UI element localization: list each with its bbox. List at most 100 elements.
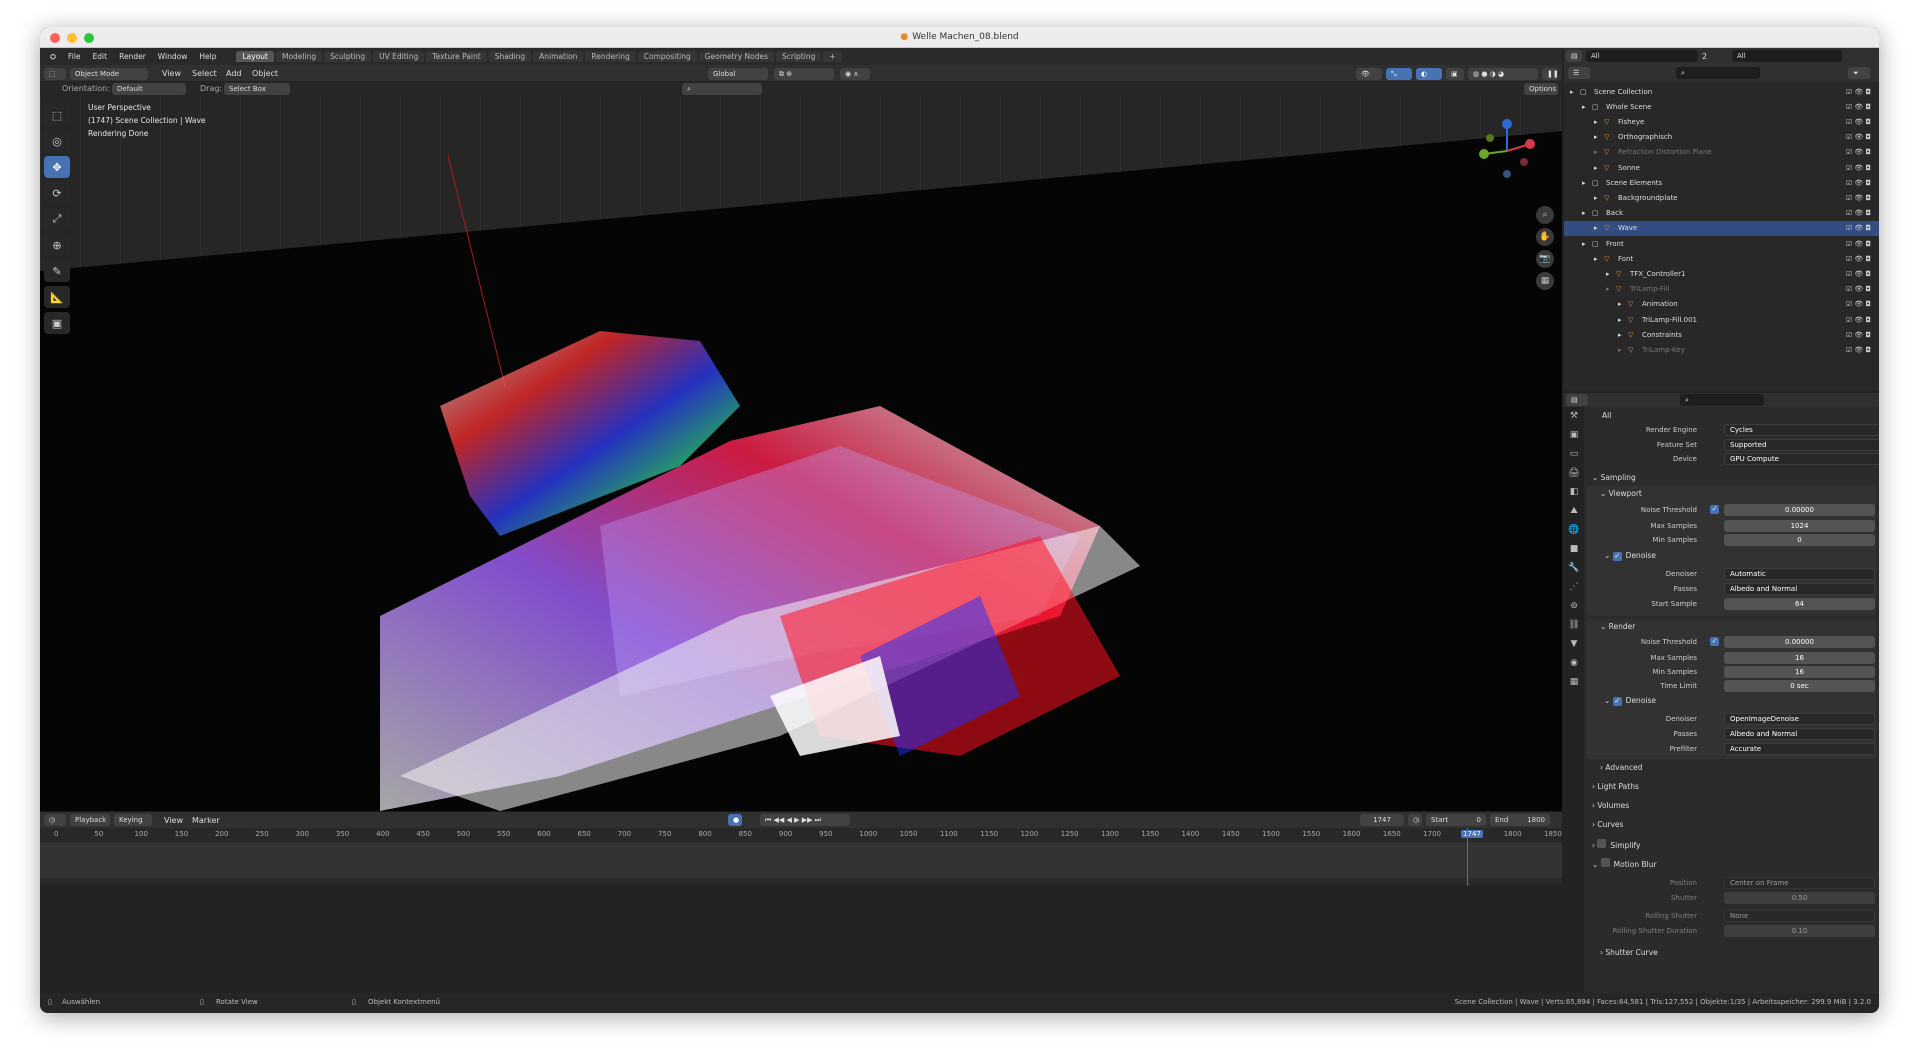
visibility-toggles-icon[interactable]: ☑ 👁 ◘ [1846,164,1871,172]
cursor-icon[interactable]: ◎ [44,130,70,152]
options-dropdown[interactable]: Options [1524,83,1558,95]
r-passes-dropdown[interactable]: Albedo and Normal [1724,727,1875,740]
visibility-toggles-icon[interactable]: ☑ 👁 ◘ [1846,346,1871,354]
pause-render-icon[interactable]: ❚❚ [1542,68,1559,80]
tab-rendering[interactable]: Rendering [585,51,636,62]
vp-denoiser-dropdown[interactable]: Automatic [1724,567,1875,580]
outliner-row[interactable]: ▸ ▽ Refraction Distortion Plane ☑ 👁 ◘ [1564,145,1879,160]
rolling-duration-field[interactable]: 0.10 [1724,924,1875,937]
expand-arrow-icon[interactable]: ▸ [1606,285,1616,293]
timeline-marker-menu[interactable]: Marker [192,816,220,825]
preview-range-icon[interactable]: ◷ [1408,814,1422,826]
r-max-samples-field[interactable]: 16 [1724,651,1875,664]
expand-arrow-icon[interactable]: ▸ [1582,179,1592,187]
playhead[interactable] [1467,828,1469,886]
playback-dropdown[interactable]: Playback [70,814,110,826]
outliner-row[interactable]: ▸ ▽ Wave ☑ 👁 ◘ [1564,220,1879,236]
scale-icon[interactable]: ⤢ [44,208,70,230]
add-cube-icon[interactable]: ▣ [44,312,70,334]
keyframe-track[interactable] [40,842,1562,878]
r-time-limit-field[interactable]: 0 sec [1724,679,1875,692]
menu-window[interactable]: Window [152,52,194,61]
feature-set-dropdown[interactable]: Supported [1724,438,1879,451]
r-min-samples-field[interactable]: 16 [1724,665,1875,678]
playback-controls[interactable]: ⏮ ◀◀ ◀ ▶ ▶▶ ⏭ [760,814,850,826]
shading-modes[interactable]: ◍ ● ◑ ◕ [1468,68,1538,80]
rotate-icon[interactable]: ⟳ [44,182,70,204]
outliner-row[interactable]: ▸ ▢ Whole Scene ☑ 👁 ◘ [1564,99,1879,114]
tab-scripting[interactable]: Scripting [776,51,822,62]
blender-logo-icon[interactable]: ⛭ [44,52,62,62]
outliner-row[interactable]: ▸ ▽ Constraints ☑ 👁 ◘ [1564,327,1879,342]
r-noise-threshold-checkbox[interactable]: ✓ [1710,637,1719,646]
expand-arrow-icon[interactable]: ▸ [1594,133,1604,141]
editor-type-icon[interactable]: ⬚ [44,68,66,80]
visibility-toggles-icon[interactable]: ☑ 👁 ◘ [1846,285,1871,293]
expand-arrow-icon[interactable]: ▸ [1618,300,1628,308]
outliner-row[interactable]: ▸ ▽ Sonne ☑ 👁 ◘ [1564,160,1879,175]
expand-arrow-icon[interactable]: ▸ [1594,224,1604,232]
vp-denoise-checkbox[interactable]: ✓ [1612,552,1622,561]
scene-icon[interactable]: ▤ [1566,50,1582,62]
expand-arrow-icon[interactable]: ▸ [1594,118,1604,126]
outliner-row[interactable]: ▸ ▽ Fisheye ☑ 👁 ◘ [1564,114,1879,129]
frame-ruler[interactable]: 0 50 100 150 200 250 300 350 400 450 500 550 600 650 7… [40,828,1562,842]
gizmo-toggle-icon[interactable]: ⤡ [1386,68,1412,80]
expand-arrow-icon[interactable]: ▸ [1594,194,1604,202]
tab-shading[interactable]: Shading [488,51,532,62]
visibility-toggles-icon[interactable]: ☑ 👁 ◘ [1846,300,1871,308]
filter-icon[interactable]: ⏷ [1848,67,1870,79]
tab-layout[interactable]: Layout [236,51,274,62]
visibility-toggles-icon[interactable]: ☑ 👁 ◘ [1846,270,1871,278]
r-denoise-subpanel[interactable]: ⌄ ✓ Denoise [1604,696,1656,706]
menu-help[interactable]: Help [193,52,222,61]
light-paths-panel[interactable]: › Light Paths [1592,782,1639,791]
visibility-toggles-icon[interactable]: ☑ 👁 ◘ [1846,194,1871,202]
outliner-row[interactable]: ▸ ▽ TriLamp-Key ☑ 👁 ◘ [1564,342,1879,357]
tab-texture-paint[interactable]: Texture Paint [426,51,487,62]
expand-arrow-icon[interactable]: ▸ [1582,103,1592,111]
expand-arrow-icon[interactable]: ▸ [1582,209,1592,217]
expand-arrow-icon[interactable]: ▸ [1594,164,1604,172]
pan-icon[interactable]: ✋ [1536,228,1554,246]
expand-arrow-icon[interactable]: ▸ [1618,331,1628,339]
transform-icon[interactable]: ⊕ [44,234,70,256]
menu-edit[interactable]: Edit [87,52,114,61]
position-dropdown[interactable]: Center on Frame [1724,876,1875,889]
move-icon[interactable]: ✥ [44,156,70,178]
tab-geometry-nodes[interactable]: Geometry Nodes [698,51,774,62]
menu-view[interactable]: View [162,69,181,78]
render-engine-dropdown[interactable]: Cycles [1724,423,1879,436]
r-denoise-checkbox[interactable]: ✓ [1612,697,1622,706]
expand-arrow-icon[interactable]: ▸ [1570,88,1580,96]
end-frame-field[interactable]: End 1800 [1490,814,1550,826]
timeline-view-menu[interactable]: View [164,816,183,825]
visibility-toggles-icon[interactable]: ☑ 👁 ◘ [1846,316,1871,324]
r-denoiser-dropdown[interactable]: OpenImageDenoise [1724,712,1875,725]
menu-select[interactable]: Select [192,69,217,78]
motion-blur-panel[interactable]: ⌄ Motion Blur [1592,858,1657,869]
viewport-subpanel-header[interactable]: ⌄ Viewport [1600,489,1642,498]
snapping-icon[interactable]: ⧉ ⊕ [774,68,834,80]
outliner-editor-icon[interactable]: ☰ [1568,67,1590,79]
overlay-toggle-icon[interactable]: ◐ [1416,68,1442,80]
expand-arrow-icon[interactable]: ▸ [1594,148,1604,156]
properties-editor-icon[interactable]: ▤ [1566,394,1588,406]
visibility-toggles-icon[interactable]: ☑ 👁 ◘ [1846,148,1871,156]
visibility-toggles-icon[interactable]: ☑ 👁 ◘ [1846,240,1871,248]
advanced-subpanel[interactable]: › Advanced [1600,763,1642,772]
tab-icons[interactable]: ⚒ ▣ ▭ 🖨 ◧ ⛰ 🌐 ■ 🔧 ⋰ ⊚ ⛓ ▼ ◉ ▦ [1564,407,1584,692]
measure-icon[interactable]: 📐 [44,286,70,308]
keying-dropdown[interactable]: Keying [114,814,152,826]
visibility-icon[interactable]: 👁 [1356,68,1382,80]
curves-panel[interactable]: › Curves [1592,820,1623,829]
volumes-panel[interactable]: › Volumes [1592,801,1629,810]
visibility-toggles-icon[interactable]: ☑ 👁 ◘ [1846,103,1871,111]
device-dropdown[interactable]: GPU Compute [1724,452,1879,465]
render-layer-field[interactable]: All [1732,50,1842,62]
visibility-toggles-icon[interactable]: ☑ 👁 ◘ [1846,209,1871,217]
tab-uv-editing[interactable]: UV Editing [373,51,425,62]
vp-noise-threshold-field[interactable]: 0.00000 [1724,503,1875,516]
view-layer-field[interactable]: All [1586,50,1698,62]
outliner-row[interactable]: ▸ ▢ Back ☑ 👁 ◘ [1564,206,1879,221]
